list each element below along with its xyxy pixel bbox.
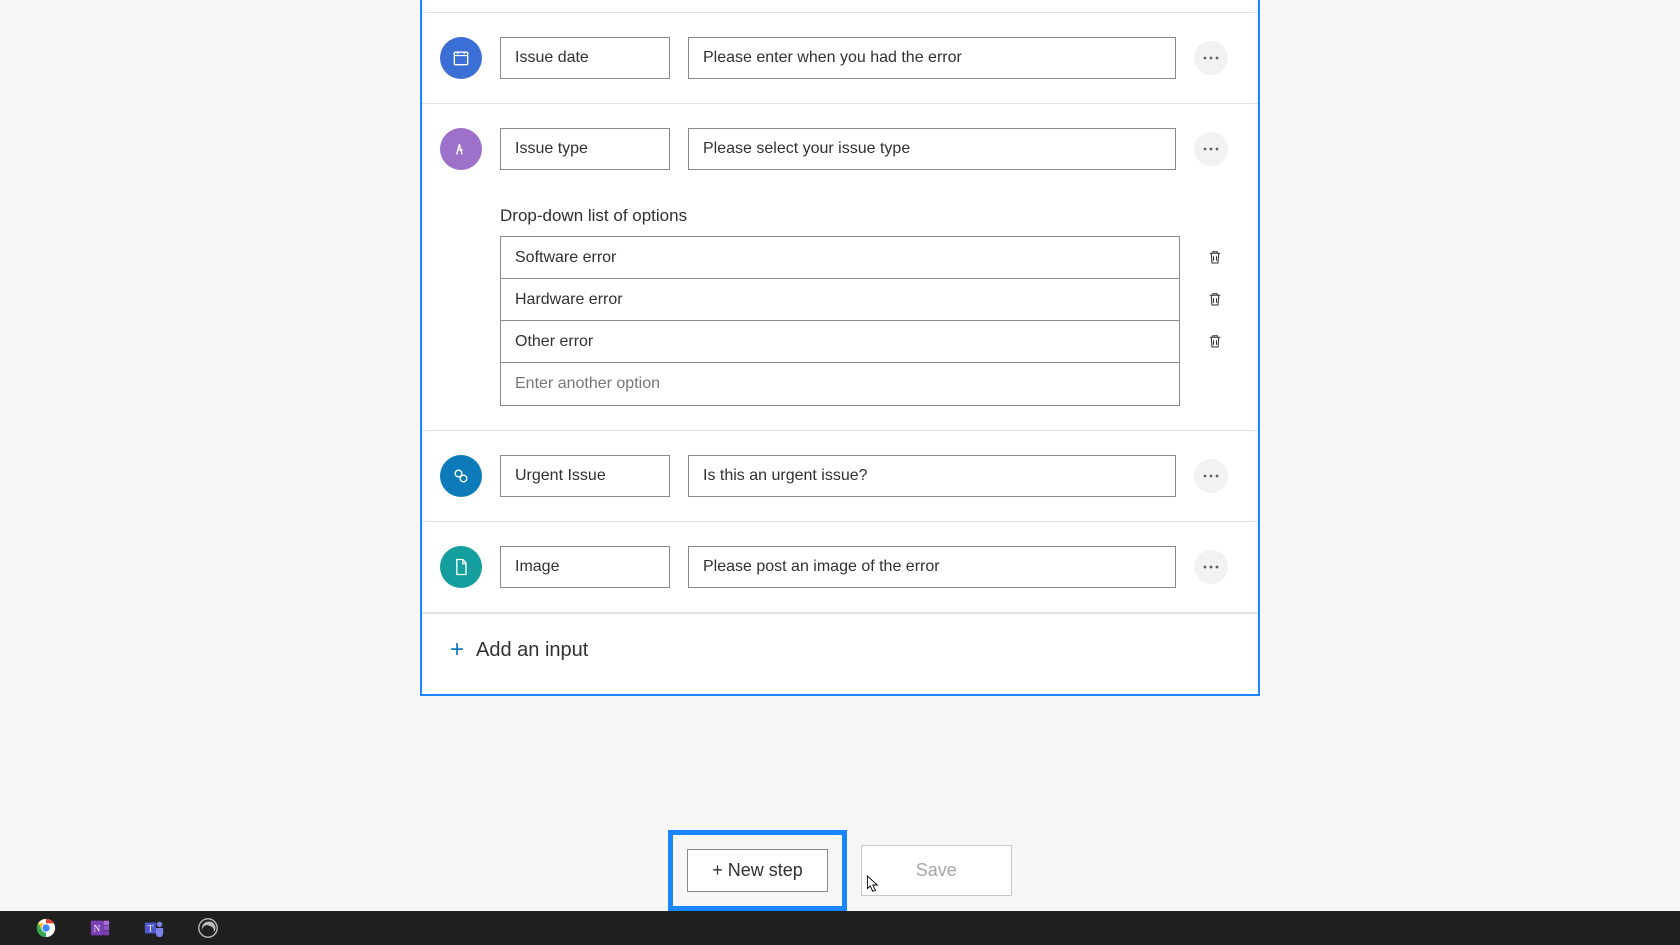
plus-icon: +	[450, 636, 464, 664]
trigger-card: Email Please enter your work e-mail addr…	[420, 0, 1260, 696]
add-input-label: Add an input	[476, 639, 588, 662]
svg-text:N: N	[94, 924, 101, 934]
input-desc-image[interactable]: Please post an image of the error	[688, 546, 1176, 588]
input-desc-date[interactable]: Please enter when you had the error	[688, 37, 1176, 79]
input-row-urgent: Urgent Issue Is this an urgent issue?	[422, 431, 1258, 522]
input-name-date[interactable]: Issue date	[500, 37, 670, 79]
teams-icon[interactable]: T	[140, 914, 168, 942]
input-row-email: Email Please enter your work e-mail addr…	[422, 0, 1258, 13]
chrome-icon[interactable]	[32, 914, 60, 942]
dropdown-add-option[interactable]: Enter another option	[501, 363, 1179, 405]
add-input-button[interactable]: + Add an input	[450, 636, 1258, 664]
tutorial-highlight: + New step	[668, 830, 847, 911]
delete-option-button[interactable]	[1194, 320, 1236, 362]
input-desc-type[interactable]: Please select your issue type	[688, 128, 1176, 170]
dropdown-section: Drop-down list of options Software error…	[500, 206, 1228, 406]
file-icon	[440, 546, 482, 588]
more-button[interactable]	[1194, 550, 1228, 584]
dropdown-title: Drop-down list of options	[500, 206, 1228, 226]
text-icon	[440, 128, 482, 170]
save-button[interactable]: Save	[861, 845, 1012, 896]
more-button[interactable]	[1194, 41, 1228, 75]
taskbar: N T	[0, 911, 1680, 945]
delete-option-button[interactable]	[1194, 278, 1236, 320]
input-name-image[interactable]: Image	[500, 546, 670, 588]
onenote-icon[interactable]: N	[86, 914, 114, 942]
dropdown-option[interactable]: Software error	[501, 237, 1179, 279]
dropdown-option[interactable]: Hardware error	[501, 279, 1179, 321]
more-button[interactable]	[1194, 132, 1228, 166]
input-row-type: Issue type Please select your issue type…	[422, 104, 1258, 431]
input-name-type[interactable]: Issue type	[500, 128, 670, 170]
dropdown-list: Software error Hardware error Other erro…	[500, 236, 1180, 406]
input-row-image: Image Please post an image of the error	[422, 522, 1258, 613]
obs-icon[interactable]	[194, 914, 222, 942]
toggle-icon	[440, 455, 482, 497]
svg-text:T: T	[148, 924, 154, 934]
input-name-urgent[interactable]: Urgent Issue	[500, 455, 670, 497]
input-row-date: Issue date Please enter when you had the…	[422, 13, 1258, 104]
delete-option-button[interactable]	[1194, 236, 1236, 278]
calendar-icon	[440, 37, 482, 79]
dropdown-option[interactable]: Other error	[501, 321, 1179, 363]
more-button[interactable]	[1194, 459, 1228, 493]
input-desc-urgent[interactable]: Is this an urgent issue?	[688, 455, 1176, 497]
new-step-button[interactable]: + New step	[687, 849, 828, 892]
flow-actions: + New step Save	[0, 830, 1680, 911]
